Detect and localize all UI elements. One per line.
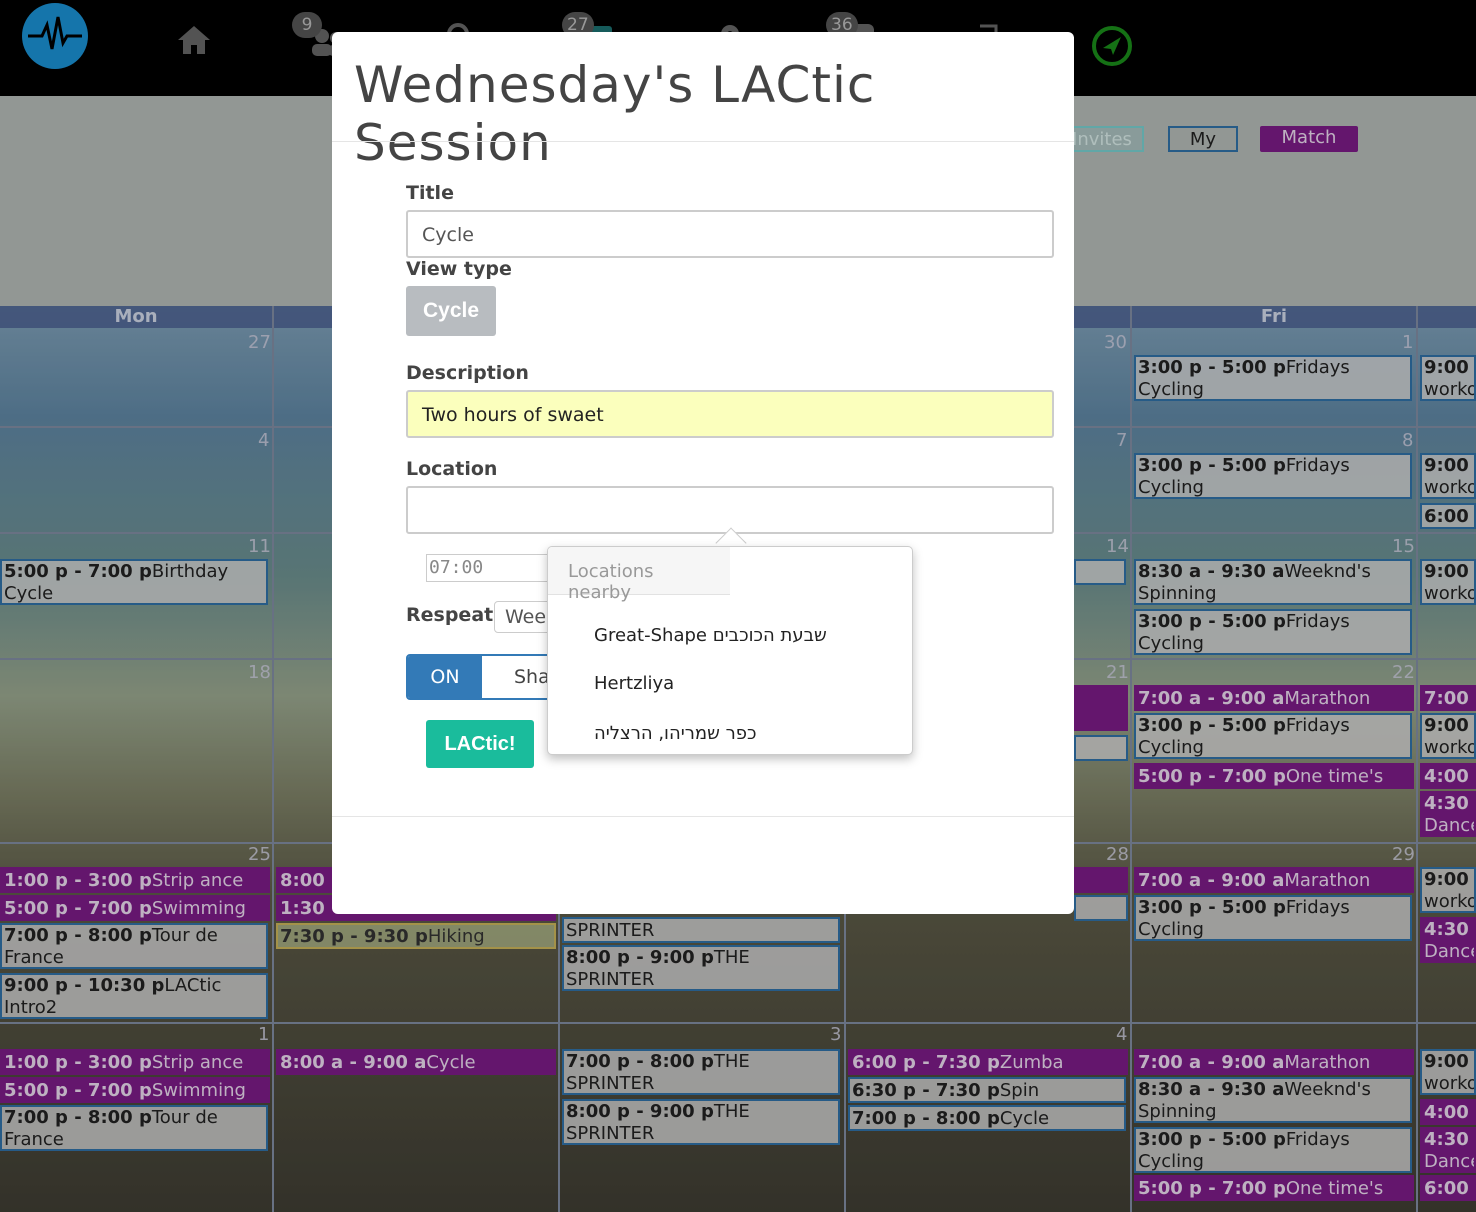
location-option[interactable]: כפר שמריהו, הרצליה <box>594 723 757 744</box>
view-type-label: View type <box>406 258 512 280</box>
locations-popover: Locations nearby Great-Shape שבעת הכוכבי… <box>547 546 913 755</box>
time-input[interactable]: 07:00 <box>426 554 556 582</box>
location-label: Location <box>406 458 498 480</box>
popover-header: Locations nearby <box>548 547 730 603</box>
session-modal: Wednesday's LACtic Session Title Cycle V… <box>332 32 1074 914</box>
description-label: Description <box>406 362 529 384</box>
lactic-submit-button[interactable]: LACtic! <box>426 720 534 768</box>
modal-title: Wednesday's LACtic Session <box>354 56 876 172</box>
title-input[interactable]: Cycle <box>406 210 1054 258</box>
location-option[interactable]: Hertzliya <box>594 673 674 694</box>
description-input[interactable]: Two hours of swaet <box>406 390 1054 438</box>
repeat-label: Respeat <box>406 604 494 626</box>
share-toggle[interactable]: ON Share <box>406 654 566 700</box>
location-option[interactable]: Great-Shape שבעת הכוכבים <box>594 625 827 646</box>
toggle-on-label: ON <box>408 656 482 698</box>
view-type-cycle-button[interactable]: Cycle <box>406 286 496 336</box>
modal-footer-divider <box>332 816 1074 817</box>
title-label: Title <box>406 182 454 204</box>
modal-header-divider <box>332 141 1074 142</box>
